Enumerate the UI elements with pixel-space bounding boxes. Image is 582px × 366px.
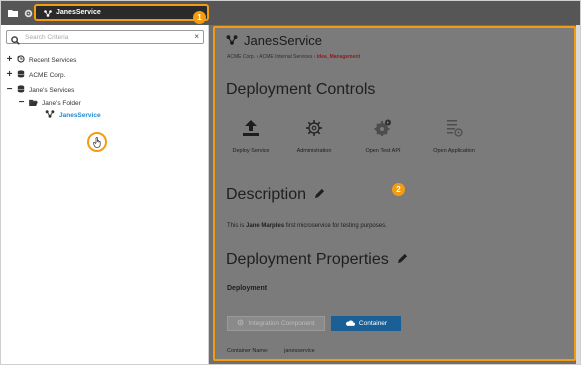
deployment-type-tabs: Integration Component Container xyxy=(227,316,401,331)
deployment-subheading: Deployment xyxy=(227,285,268,292)
page-title: JanesService xyxy=(226,33,322,48)
service-icon xyxy=(44,4,52,22)
action-label: Deploy Service xyxy=(232,148,270,154)
search-icon xyxy=(11,32,20,45)
open-test-api-button[interactable]: Open Test API xyxy=(349,116,417,154)
deployment-properties-heading: Deployment Properties xyxy=(226,251,408,269)
breadcrumb-separator: › xyxy=(256,54,259,60)
service-tree-panel: × + Recent Services + ACME Corp. − Jane'… xyxy=(1,25,209,364)
description-text: This is Jane Marples first microservice … xyxy=(227,223,387,229)
breadcrumb-internal-services[interactable]: ACME Internal Services xyxy=(259,54,312,60)
tab-janesservice[interactable]: JanesService xyxy=(34,4,209,21)
tree-item-janesservice[interactable]: JanesService xyxy=(45,110,101,120)
tab-container[interactable]: Container xyxy=(331,316,401,331)
breadcrumb-separator: › xyxy=(313,54,316,60)
heading-text: Deployment Controls xyxy=(226,81,376,98)
tree-item-label: Jane's Services xyxy=(29,86,75,94)
search-box: × xyxy=(6,30,204,45)
breadcrumb-acme[interactable]: ACME Corp. xyxy=(227,54,255,60)
service-title-text: JanesService xyxy=(244,33,323,48)
collapse-toggle[interactable]: − xyxy=(18,98,25,108)
tree-item-label: Recent Services xyxy=(29,56,77,64)
heading-text: Description xyxy=(226,186,307,203)
description-heading: Description xyxy=(226,186,325,204)
search-input[interactable] xyxy=(25,31,185,43)
gear-play-icon xyxy=(349,116,417,140)
service-detail-panel: JanesService ACME Corp. › ACME Internal … xyxy=(209,25,580,364)
container-name-value: janesservice xyxy=(284,348,315,354)
tree-item-label: ACME Corp. xyxy=(29,71,66,79)
cloud-icon xyxy=(345,319,355,328)
description-suffix: first microservice for testing purposes. xyxy=(284,223,387,229)
scrollbar[interactable] xyxy=(576,25,580,364)
tab-label: JanesService xyxy=(56,9,101,16)
administration-button[interactable]: Administration xyxy=(280,116,348,154)
content-highlight-box: JanesService ACME Corp. › ACME Internal … xyxy=(213,26,576,361)
action-label: Open Test API xyxy=(365,148,401,154)
action-label: Administration xyxy=(296,148,332,154)
breadcrumb-current: Idea_Management xyxy=(316,54,361,60)
callout-badge-1: 1 xyxy=(193,11,206,24)
tree-item-recent-services[interactable]: + Recent Services xyxy=(6,55,77,65)
description-owner: Jane Marples xyxy=(246,223,285,229)
tree-item-acme-corp[interactable]: + ACME Corp. xyxy=(6,70,66,80)
clear-icon[interactable]: × xyxy=(194,32,199,42)
deployment-controls-heading: Deployment Controls xyxy=(226,81,375,99)
folder-open-icon xyxy=(29,99,38,108)
deploy-service-button[interactable]: Deploy Service xyxy=(217,116,285,154)
service-icon xyxy=(45,110,55,120)
description-prefix: This is xyxy=(227,223,247,229)
top-bar: JanesService xyxy=(1,1,580,25)
tab-integration-component[interactable]: Integration Component xyxy=(227,316,325,331)
hand-cursor-icon xyxy=(87,132,107,152)
database-icon xyxy=(17,70,25,80)
expand-toggle[interactable]: + xyxy=(6,55,13,65)
action-label: Open Application xyxy=(433,148,475,154)
edit-pencil-icon[interactable] xyxy=(314,186,325,204)
clock-icon xyxy=(17,55,25,65)
deployment-actions: Deploy Service Administration Open Test … xyxy=(225,116,485,156)
tab-label: Container xyxy=(358,320,388,327)
breadcrumb: ACME Corp. › ACME Internal Services › Id… xyxy=(227,54,360,60)
open-application-button[interactable]: Open Application xyxy=(420,116,488,154)
tree-item-janes-services[interactable]: − Jane's Services xyxy=(6,85,75,95)
tree-item-label: JanesService xyxy=(59,111,101,119)
container-name-row: Container Name: janesservice xyxy=(227,348,315,354)
database-icon xyxy=(17,85,25,95)
folder-icon[interactable] xyxy=(7,8,18,18)
tab-label: Integration Component xyxy=(248,320,315,327)
container-name-label: Container Name: xyxy=(227,348,269,354)
gear-network-icon xyxy=(280,116,348,140)
service-icon xyxy=(226,33,238,48)
collapse-toggle[interactable]: − xyxy=(6,85,13,95)
tree-item-janes-folder[interactable]: − Jane's Folder xyxy=(18,98,81,108)
gear-icon[interactable] xyxy=(23,8,34,18)
callout-badge-2: 2 xyxy=(392,183,405,196)
upload-icon xyxy=(217,116,285,140)
edit-pencil-icon[interactable] xyxy=(397,251,408,269)
expand-toggle[interactable]: + xyxy=(6,70,13,80)
heading-text: Deployment Properties xyxy=(226,251,389,268)
list-settings-icon xyxy=(420,116,488,140)
tree-item-label: Jane's Folder xyxy=(42,99,81,107)
settings-icon xyxy=(237,319,244,328)
